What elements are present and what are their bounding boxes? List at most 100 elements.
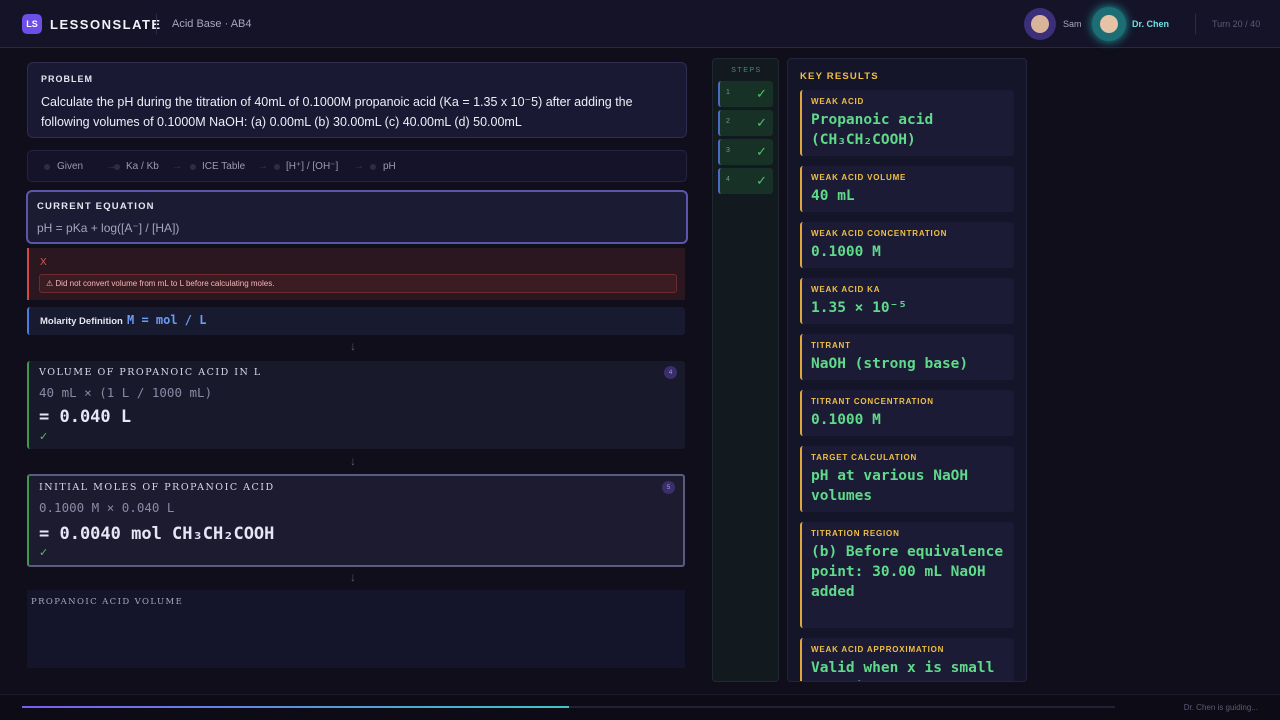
step-card-title: Volume of propanoic acid in L (39, 367, 262, 378)
lesson-progress-bar (22, 706, 1115, 708)
problem-text: Calculate the pH during the titration of… (41, 95, 633, 129)
key-result-item: TARGET CALCULATION pH at various NaOH vo… (800, 446, 1014, 512)
step-dot-icon (370, 164, 376, 170)
error-card: X ⚠ Did not convert volume from mL to L … (27, 248, 685, 300)
key-result-label: TARGET CALCULATION (811, 453, 918, 462)
header-divider (1195, 14, 1196, 34)
step-card-work: 0.1000 M × 0.040 L (39, 500, 175, 515)
user-face-icon (1100, 15, 1118, 33)
avatar-dr-chen[interactable] (1092, 7, 1126, 41)
check-icon: ✓ (39, 431, 49, 443)
error-message: ⚠ Did not convert volume from mL to L be… (39, 274, 677, 293)
step-card-result: = 0.040 L (39, 407, 132, 427)
step-chip-1[interactable]: 1 ✓ (718, 81, 773, 107)
key-result-label: WEAK ACID CONCENTRATION (811, 229, 948, 238)
step-chip-4[interactable]: 4 ✓ (718, 168, 773, 194)
top-bar: LS LESSONSLATE Acid Base · AB4 Sam Dr. C… (0, 0, 1280, 48)
key-result-value: 40 mL (811, 188, 855, 204)
step-number-badge: 5 (662, 481, 675, 494)
key-result-value: Valid when x is small relative to (811, 660, 995, 681)
step-card-result: = 0.0040 mol CH₃CH₂COOH (39, 524, 275, 544)
brand-name: LESSONSLATE (50, 17, 162, 32)
arrow-down-icon: ↓ (350, 339, 356, 353)
key-result-label: WEAK ACID KA (811, 285, 881, 294)
user-face-icon (1031, 15, 1049, 33)
key-result-label: WEAK ACID (811, 97, 865, 106)
guide-status-text: Dr. Chen is guiding... (1183, 703, 1258, 712)
current-equation-label: CURRENT EQUATION (37, 201, 155, 212)
arrow-right-icon: → (354, 161, 364, 172)
key-result-item: TITRATION REGION (b) Before equivalence … (800, 522, 1014, 628)
key-result-item: WEAK ACID CONCENTRATION 0.1000 M (800, 222, 1014, 268)
steps-progress-panel: STEPS 1 ✓ 2 ✓ 3 ✓ 4 ✓ (712, 58, 779, 682)
key-result-value: (b) Before equivalence point: 30.00 mL N… (811, 544, 1004, 600)
arrow-down-icon: ↓ (350, 454, 356, 468)
problem-panel: PROBLEM Calculate the pH during the titr… (27, 62, 687, 138)
steps-panel-label: STEPS (731, 67, 762, 74)
step-dot-icon (274, 164, 280, 170)
arrow-right-icon: → (172, 161, 182, 172)
key-result-value: 0.1000 M (811, 412, 881, 428)
participant-name-sam: Sam (1063, 19, 1082, 29)
key-result-item: WEAK ACID APPROXIMATION Valid when x is … (800, 638, 1014, 681)
step-dot-icon (190, 164, 196, 170)
step-h-oh[interactable]: [H⁺] / [OH⁻] (286, 161, 338, 172)
check-icon: ✓ (756, 173, 767, 188)
solution-steps-bar: Given → Ka / Kb → ICE Table → [H⁺] / [OH… (27, 150, 687, 182)
problem-label: PROBLEM (41, 74, 93, 84)
step-chip-number: 4 (726, 176, 730, 183)
step-card-title: PROPANOIC ACID VOLUME (31, 597, 184, 607)
arrow-down-icon: ↓ (350, 570, 356, 584)
app-logo[interactable]: LS (22, 14, 42, 34)
bottom-status-bar: Dr. Chen is guiding... (0, 694, 1280, 720)
check-icon: ✓ (39, 547, 49, 559)
turn-counter: Turn 20 / 40 (1212, 19, 1261, 29)
key-result-value: NaOH (strong base) (811, 356, 969, 372)
avatar-sam[interactable] (1024, 8, 1056, 40)
arrow-right-icon: → (258, 161, 268, 172)
participant-name-chen: Dr. Chen (1132, 19, 1170, 29)
key-results-label: KEY RESULTS (800, 71, 879, 82)
step-ph[interactable]: pH (383, 161, 396, 172)
step-card-pending: PROPANOIC ACID VOLUME (27, 590, 685, 668)
step-chip-number: 1 (726, 89, 730, 96)
key-result-item: WEAK ACID KA 1.35 × 10⁻⁵ (800, 278, 1014, 324)
step-ka-kb[interactable]: Ka / Kb (126, 161, 159, 172)
key-result-item: WEAK ACID VOLUME 40 mL (800, 166, 1014, 212)
key-result-label: WEAK ACID APPROXIMATION (811, 645, 945, 654)
key-result-value: pH at various NaOH volumes (811, 468, 969, 504)
key-results-panel: KEY RESULTS WEAK ACID Propanoic acid (CH… (787, 58, 1027, 682)
step-dot-icon (44, 164, 50, 170)
key-result-label: TITRANT CONCENTRATION (811, 397, 934, 406)
step-number-badge: 4 (664, 366, 677, 379)
key-result-item: WEAK ACID Propanoic acid (CH₃CH₂COOH) (800, 90, 1014, 156)
key-result-item: TITRANT NaOH (strong base) (800, 334, 1014, 380)
header-divider (156, 14, 157, 34)
key-result-item: TITRANT CONCENTRATION 0.1000 M (800, 390, 1014, 436)
molarity-definition-card: Molarity Definition M = mol / L (27, 307, 685, 335)
error-x-icon: X (40, 257, 47, 268)
key-result-value: 0.1000 M (811, 244, 881, 260)
step-chip-2[interactable]: 2 ✓ (718, 110, 773, 136)
key-result-label: TITRATION REGION (811, 529, 900, 538)
current-equation-text: pH = pKa + log([A⁻] / [HA]) (37, 221, 180, 235)
step-chip-number: 2 (726, 118, 730, 125)
step-ice-table[interactable]: ICE Table (202, 161, 245, 172)
step-card-work: 40 mL × (1 L / 1000 mL) (39, 385, 213, 400)
check-icon: ✓ (756, 115, 767, 130)
check-icon: ✓ (756, 86, 767, 101)
step-card-volume-in-l: Volume of propanoic acid in L 4 40 mL × … (27, 361, 685, 449)
lesson-progress-fill (22, 706, 569, 708)
step-chip-3[interactable]: 3 ✓ (718, 139, 773, 165)
step-chip-number: 3 (726, 147, 730, 154)
step-given[interactable]: Given (57, 161, 83, 172)
molarity-equation: M = mol / L (127, 313, 207, 327)
key-result-label: WEAK ACID VOLUME (811, 173, 907, 182)
step-dot-icon (114, 164, 120, 170)
step-card-initial-moles: Initial moles of propanoic acid 5 0.1000… (27, 474, 685, 567)
key-result-value: Propanoic acid (CH₃CH₂COOH) (811, 112, 934, 148)
current-equation-panel: CURRENT EQUATION pH = pKa + log([A⁻] / [… (26, 190, 688, 244)
check-icon: ✓ (756, 144, 767, 159)
molarity-label: Molarity Definition (40, 316, 123, 327)
key-result-value: 1.35 × 10⁻⁵ (811, 300, 908, 316)
